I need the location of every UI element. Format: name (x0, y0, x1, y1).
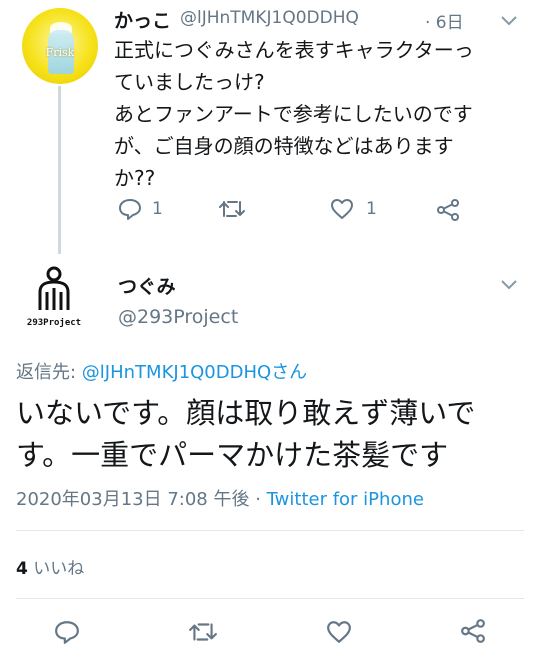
tweet-timestamp[interactable]: 2020年03月13日 7:08 午後 · (16, 489, 267, 510)
reply-display-name[interactable]: かっこ (114, 6, 171, 33)
reply-to-line: 返信先: @lJHnTMKJ1Q0DDHQさん (16, 358, 307, 384)
reply-time[interactable]: · 6日 (425, 8, 464, 33)
avatar-kakko[interactable]: Frisk (22, 8, 98, 84)
divider (16, 598, 524, 599)
reply-icon[interactable] (118, 198, 142, 220)
reply-count: 1 (152, 199, 163, 219)
reply-body: 正式につぐみさんを表すキャラクターっ ていましたっけ? あとファンアートで参考に… (114, 38, 474, 190)
reply-to-label: 返信先: (16, 362, 82, 383)
like-action[interactable]: 1 (330, 198, 377, 220)
reply-handle[interactable]: @lJHnTMKJ1Q0DDHQ (180, 8, 359, 28)
tweet-source[interactable]: Twitter for iPhone (267, 489, 424, 510)
avatar-text: Frisk (45, 46, 75, 59)
reply-icon[interactable] (54, 620, 80, 644)
tweet-meta: 2020年03月13日 7:08 午後 · Twitter for iPhone (16, 485, 424, 511)
heart-icon[interactable] (326, 620, 352, 644)
avatar-text: 293Project (26, 318, 82, 328)
retweet-icon[interactable] (218, 198, 246, 220)
heart-icon[interactable] (330, 198, 354, 220)
share-icon[interactable] (460, 618, 486, 644)
retweet-action[interactable] (218, 198, 254, 220)
divider (16, 530, 524, 531)
retweet-icon[interactable] (188, 620, 218, 644)
likes-label: いいね (27, 559, 85, 579)
likes-count: 4 (16, 559, 28, 579)
reply-to-mention[interactable]: @lJHnTMKJ1Q0DDHQさん (82, 362, 307, 383)
likes-summary[interactable]: 4 いいね (16, 554, 84, 579)
tweet-body: いないです。顔は取り敢えず薄いで す。一重でパーマかけた茶髪です (16, 396, 476, 472)
like-count: 1 (366, 199, 377, 219)
share-icon[interactable] (436, 198, 460, 222)
author-display-name[interactable]: つぐみ (118, 272, 176, 299)
chevron-down-icon[interactable] (500, 276, 518, 295)
author-handle[interactable]: @293Project (118, 306, 238, 328)
chevron-down-icon[interactable] (500, 12, 518, 31)
thread-line (58, 86, 61, 254)
reply-action[interactable]: 1 (118, 198, 163, 220)
brand-logo-icon (38, 266, 70, 310)
avatar-tsugumi[interactable]: 293Project (16, 262, 92, 338)
